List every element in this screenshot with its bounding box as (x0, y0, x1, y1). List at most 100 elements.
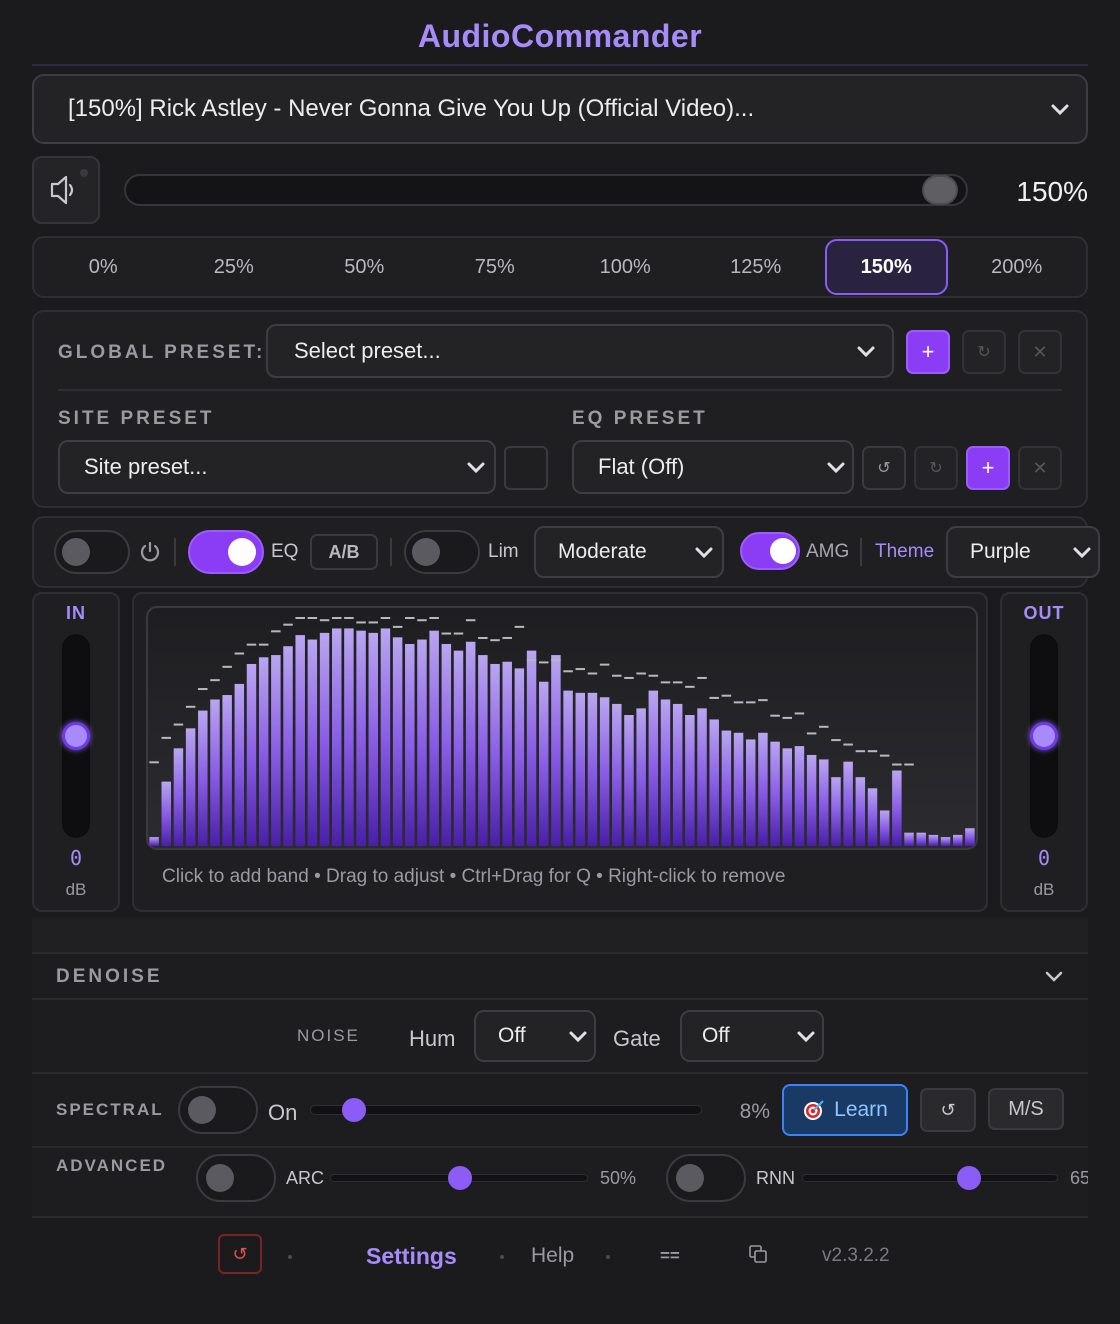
denoise-header[interactable] (32, 952, 1088, 1000)
spectrum-peak (636, 672, 646, 675)
spectrum-bar (843, 761, 853, 846)
global-preset-label: GLOBAL PRESET: (58, 342, 266, 363)
output-gain-value: 0 (1037, 846, 1051, 870)
spectrum-bar (575, 692, 586, 846)
hum-select[interactable]: Off (474, 1010, 596, 1062)
volume-preset-0[interactable]: 0% (38, 239, 169, 295)
spectrum-bar (879, 810, 890, 846)
volume-preset-3[interactable]: 75% (430, 239, 561, 295)
spectrum-peak (721, 694, 732, 697)
global-preset-select[interactable]: Select preset... (266, 324, 894, 378)
spectrum-peak (587, 672, 598, 675)
spectrum-peak (405, 617, 415, 619)
spectrum-bar (490, 663, 500, 846)
spectral-toggle[interactable] (178, 1086, 258, 1134)
input-gain-knob[interactable] (62, 722, 90, 750)
volume-preset-6[interactable]: 150% (825, 239, 948, 295)
footer-separator (288, 1255, 292, 1259)
spectrum-bar (222, 695, 232, 846)
spectrum-analyzer[interactable] (146, 606, 978, 850)
rnn-slider[interactable] (802, 1166, 1058, 1190)
add-eq-preset-button[interactable]: + (966, 446, 1010, 490)
spectrum-bar (283, 646, 293, 846)
arc-toggle[interactable] (196, 1154, 276, 1202)
gate-select[interactable]: Off (680, 1010, 824, 1062)
spectrum-bar (441, 643, 452, 846)
noise-label: NOISE (297, 1026, 360, 1045)
limiter-toggle[interactable] (404, 530, 480, 574)
spectrum-peak (648, 674, 659, 677)
spectrum-peak (697, 676, 707, 679)
rnn-toggle[interactable] (666, 1154, 746, 1202)
volume-slider-knob[interactable] (921, 175, 958, 205)
eq-toggle[interactable] (188, 530, 264, 574)
spectrum-peak (331, 617, 342, 619)
spectrum-bar (185, 728, 196, 846)
volume-preset-7[interactable]: 200% (952, 239, 1083, 295)
spectrum-peak (161, 736, 172, 739)
learn-label: Learn (834, 1098, 888, 1121)
add-global-preset-button[interactable]: + (906, 330, 950, 374)
output-gain-slider[interactable] (1030, 634, 1058, 838)
spectrum-bar (916, 832, 926, 846)
spectrum-bar (563, 690, 573, 846)
output-gain-knob[interactable] (1030, 722, 1058, 750)
redo-global-preset-button[interactable]: ↻ (962, 330, 1006, 374)
site-preset-select[interactable]: Site preset... (58, 440, 496, 494)
input-gain-slider[interactable] (62, 634, 90, 838)
spectrum-bar (599, 697, 610, 846)
volume-preset-1[interactable]: 25% (169, 239, 300, 295)
spectral-slider-knob[interactable] (342, 1098, 367, 1122)
spectral-reset-button[interactable]: ↺ (920, 1088, 976, 1132)
undo-eq-preset-button[interactable]: ↺ (862, 446, 906, 490)
theme-select[interactable]: Purple (946, 526, 1100, 578)
spectrum-peak (709, 696, 719, 699)
spectrum-bar (258, 657, 269, 846)
spectrum-peak (843, 743, 853, 746)
spectrum-bar (392, 637, 403, 846)
spectrum-bar (660, 699, 671, 846)
delete-eq-preset-button[interactable]: ✕ (1018, 446, 1062, 490)
help-link[interactable]: Help (531, 1244, 574, 1268)
volume-readout: 150% (1016, 176, 1088, 207)
tab-select[interactable]: [150%] Rick Astley - Never Gonna Give Yo… (32, 74, 1088, 144)
amg-toggle[interactable] (740, 532, 800, 570)
site-preset-checkbox[interactable] (504, 446, 548, 490)
settings-link[interactable]: Settings (366, 1243, 457, 1270)
volume-preset-4[interactable]: 100% (560, 239, 691, 295)
spectrum-bar (940, 837, 951, 846)
spectrum-peak (441, 632, 452, 635)
denoise-title: DENOISE (56, 966, 163, 987)
spectrum-peak (283, 623, 293, 626)
spectrum-bar (965, 828, 975, 846)
spectrum-bar (429, 630, 439, 846)
learn-button[interactable]: Learn (782, 1084, 908, 1136)
input-meter-label: IN (66, 603, 86, 623)
spectral-slider[interactable] (310, 1098, 702, 1122)
spectrum-bar (624, 715, 634, 846)
power-toggle[interactable] (54, 530, 130, 574)
delete-global-preset-button[interactable]: ✕ (1018, 330, 1062, 374)
limiter-mode-select[interactable]: Moderate (534, 526, 724, 578)
mute-button[interactable] (32, 156, 100, 224)
spectrum-peak (295, 617, 305, 619)
volume-preset-2[interactable]: 50% (299, 239, 430, 295)
spectrum-peak (806, 732, 817, 735)
menu-button[interactable]: == (660, 1246, 680, 1266)
mid-side-button[interactable]: M/S (988, 1088, 1064, 1130)
chevron-down-icon[interactable] (1044, 966, 1064, 986)
volume-slider[interactable] (124, 174, 968, 206)
spectrum-bar (161, 781, 172, 846)
spectrum-bar (648, 690, 659, 846)
reset-all-button[interactable]: ↺ (218, 1234, 262, 1274)
arc-slider[interactable] (330, 1166, 588, 1190)
ab-compare-button[interactable]: A/B (310, 534, 378, 570)
arc-slider-knob[interactable] (448, 1166, 472, 1190)
eq-preset-select[interactable]: Flat (Off) (572, 440, 854, 494)
redo-eq-preset-button[interactable]: ↻ (914, 446, 958, 490)
volume-preset-5[interactable]: 125% (691, 239, 822, 295)
arc-value: 50% (600, 1168, 637, 1188)
eq-label: EQ (271, 541, 299, 562)
spectrum-bar (368, 632, 379, 846)
copy-icon[interactable] (748, 1244, 768, 1264)
